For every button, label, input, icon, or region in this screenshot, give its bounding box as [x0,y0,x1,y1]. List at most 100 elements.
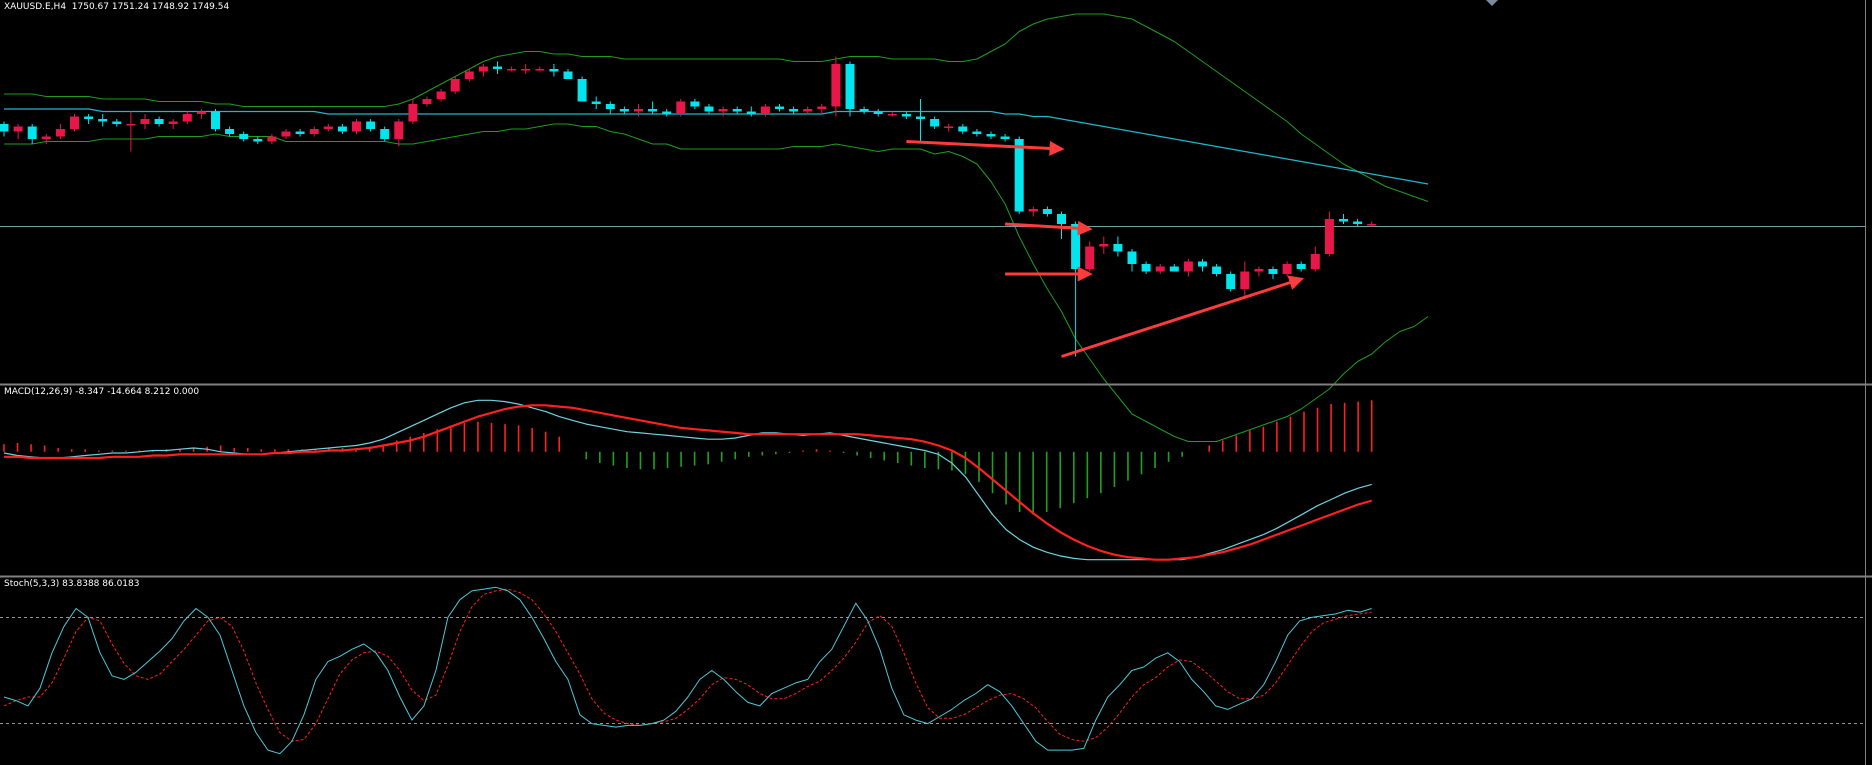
candle-body [41,136,51,139]
panel-frames [0,0,1872,765]
macd-main-line [3,399,1372,561]
candle-body [1127,251,1137,264]
candle-body [831,64,841,107]
candle-body [803,109,813,112]
trend-arrow [906,140,1065,156]
candle-body [859,109,869,112]
candle-body [577,79,587,102]
candle-body [563,71,573,79]
candle-body [1028,209,1038,212]
candle-body [464,71,474,79]
candle-body [944,126,954,128]
candle-body [422,99,432,104]
candle-body [1282,264,1292,274]
candle-body [887,114,897,116]
candle-body [972,131,982,134]
candle-body [1310,254,1320,269]
candle-body [1198,261,1207,267]
candle-body [1085,246,1095,269]
candle-body [196,111,206,114]
candle-body [1000,136,1010,139]
candle-body [916,116,925,119]
candle-body [1296,264,1306,269]
candle-body [1268,269,1278,274]
candle-body [1367,224,1377,226]
bollinger-upper-line [4,13,1429,202]
candle-body [634,109,643,112]
candle-body [619,109,629,112]
candle-body [337,126,347,132]
candle-body [1155,266,1165,272]
bollinger-lower-line [4,123,1429,442]
candle-body [1071,224,1081,269]
chart-window: XAUUSD.E,H4 1750.67 1751.24 1748.92 1749… [0,0,1872,765]
candle-body [478,66,488,72]
candle-body [690,101,700,107]
candle-body [267,136,277,142]
candle-body [84,116,94,119]
candle-body [1339,219,1348,222]
candle-body [746,111,756,114]
candle-body [281,131,291,137]
candle-body [535,69,545,71]
candle-body [239,134,249,139]
price-panel [0,13,1866,442]
candle-body [225,129,235,134]
candle-body [1169,266,1179,272]
price-panel-title: XAUUSD.E,H4 1750.67 1751.24 1748.92 1749… [4,2,230,12]
candle-body [775,106,784,109]
candle-body [1099,244,1109,247]
stochastic-main-line [3,586,1372,755]
macd-signal-line [4,404,1372,561]
candle-body [352,121,361,132]
stochastic-panel-title: Stoch(5,3,3) 83.8388 86.0183 [4,579,140,589]
candle-body [1141,264,1151,272]
candle-body [112,121,122,124]
candle-body [1226,274,1236,289]
candle-body [380,129,390,139]
candle-body [366,121,376,129]
candle-body [817,106,827,109]
candle-body [1324,219,1334,254]
candle-body [789,109,799,112]
candle-body [901,114,911,117]
candle-body [1254,269,1264,272]
candle-body [309,129,319,134]
candle-body [648,109,658,112]
candle-body [958,126,968,132]
candle-body [323,126,333,129]
candle-body [253,139,263,142]
candle-body [549,69,559,72]
candle-body [662,111,672,114]
stochastic-signal-line [3,588,1372,742]
candle-body [70,116,79,129]
candle-body [493,66,502,69]
candle-body [591,101,601,104]
candle-body [1014,139,1024,212]
candle-body [760,106,770,114]
candle-body [1183,261,1193,272]
price-chart[interactable] [0,0,1872,765]
candle-body [450,79,460,92]
candle-body [845,64,855,109]
candle-body [732,109,742,112]
candle-body [704,106,714,112]
candle-body [27,126,37,139]
candle-body [55,129,65,137]
candle-body [98,119,108,122]
candle-body [676,101,686,114]
candle-body [1353,221,1363,224]
candle-body [718,109,728,112]
candle-body [521,69,531,71]
stochastic-panel [0,586,1866,755]
candle-body [168,121,178,124]
candle-body [140,119,150,124]
candle-body [0,124,9,132]
candle-body [1212,266,1222,274]
candle-body [873,111,883,114]
candle-body [1042,209,1052,214]
candle-body [211,111,220,129]
candle-body [295,131,305,134]
candle-body [507,69,517,71]
candle-body [605,104,615,109]
